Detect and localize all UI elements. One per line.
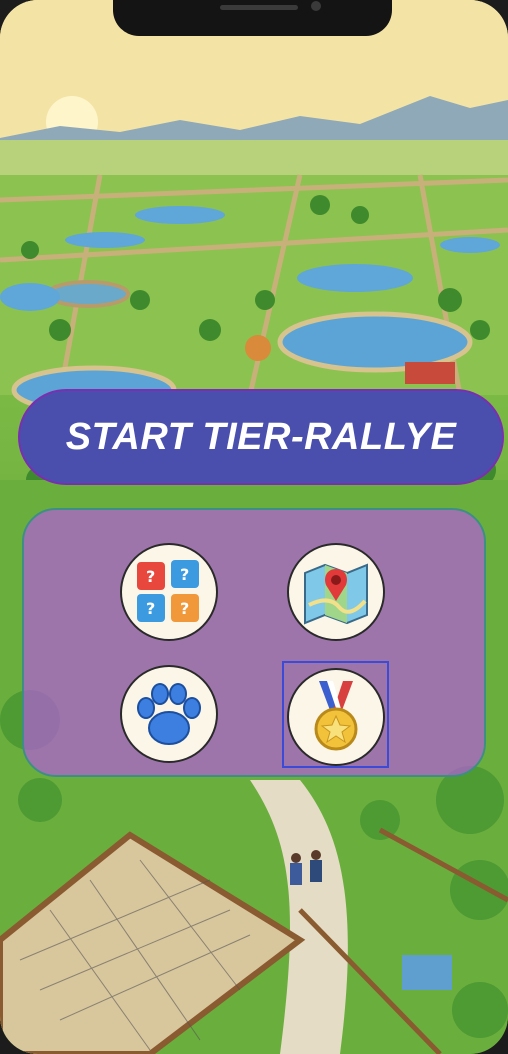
- menu-panel: ?? ??: [22, 508, 486, 777]
- dice-icon: ?? ??: [137, 560, 199, 622]
- phone-screen: START TIER-RALLYE ?? ??: [0, 0, 508, 1054]
- map-icon: [304, 563, 368, 625]
- svg-text:?: ?: [146, 599, 155, 618]
- animals-button[interactable]: [120, 665, 218, 763]
- speaker-grille: [220, 5, 298, 10]
- svg-text:?: ?: [180, 599, 189, 618]
- paw-icon: [137, 683, 201, 745]
- phone-notch: [113, 0, 392, 36]
- map-button[interactable]: [287, 543, 385, 641]
- medal-button[interactable]: [287, 668, 385, 766]
- svg-text:?: ?: [146, 567, 155, 586]
- svg-text:?: ?: [180, 565, 189, 584]
- start-rally-button-label: START TIER-RALLYE: [65, 415, 457, 458]
- front-camera: [311, 1, 321, 11]
- start-rally-button[interactable]: START TIER-RALLYE: [18, 389, 504, 485]
- medal-icon: [314, 681, 358, 751]
- dice-game-button[interactable]: ?? ??: [120, 543, 218, 641]
